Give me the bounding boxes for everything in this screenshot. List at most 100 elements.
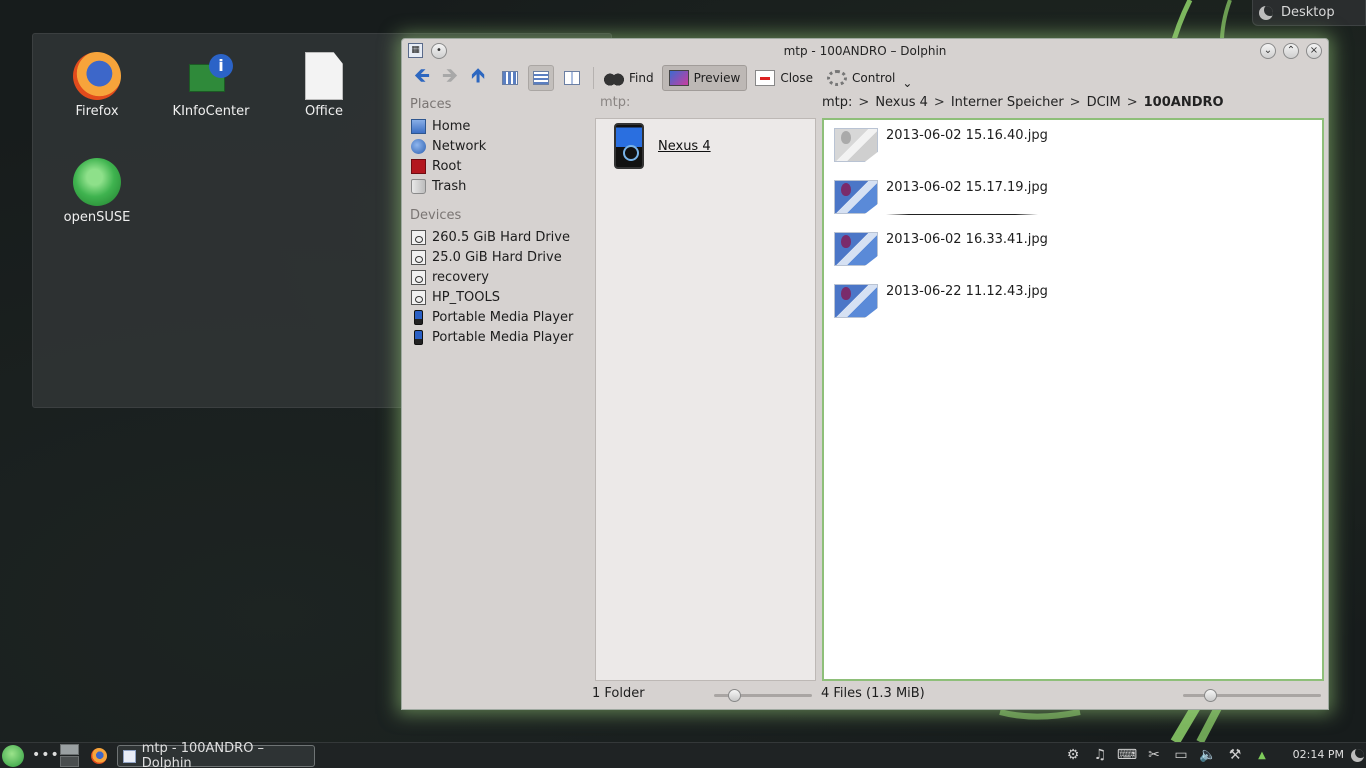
window-titlebar[interactable]: ▦ • mtp - 100ANDRO – Dolphin ⌄ ⌃ × (402, 39, 1328, 63)
dolphin-app-icon (123, 749, 136, 763)
control-menu-button[interactable]: Control ⌄ (821, 65, 918, 91)
breadcrumb-item[interactable]: Interner Speicher (951, 95, 1064, 110)
gear-icon (827, 70, 848, 86)
status-right: 4 Files (1.3 MiB) (821, 686, 925, 701)
find-button[interactable]: Find (598, 65, 660, 91)
places-header: Places (410, 97, 452, 112)
slider-handle[interactable] (728, 689, 741, 702)
breadcrumb-separator: > (1069, 95, 1081, 110)
list-item[interactable]: Nexus 4 (596, 119, 815, 169)
window-menu-icon[interactable]: ▦ (408, 43, 423, 58)
smartphone-icon (614, 123, 644, 169)
breadcrumb: mtp: > Nexus 4 > Interner Speicher > DCI… (822, 95, 1224, 110)
keyboard-icon[interactable]: ⌨ (1117, 746, 1137, 764)
firefox-icon (73, 52, 121, 100)
file-item[interactable]: 2013-06-02 16.33.41.jpg (824, 224, 1322, 276)
plasma-moon-icon[interactable] (1351, 749, 1364, 762)
column-view-files: 2013-06-02 15.16.40.jpg 2013-06-02 15.17… (822, 118, 1324, 681)
main-toolbar: 🡸 🡺 🡹 Find Preview Close Control ⌄ (402, 63, 1328, 93)
close-label: Close (780, 71, 814, 85)
network-wrench-icon[interactable]: ⚒ (1226, 746, 1244, 764)
image-thumbnail-icon (834, 128, 878, 162)
scissors-icon[interactable]: ✂ (1145, 746, 1163, 764)
root-folder-icon (411, 158, 426, 174)
desktop-icon-label: KInfoCenter (172, 104, 250, 119)
back-arrow-icon: 🡸 (413, 63, 431, 87)
volume-icon[interactable]: 🔈 (1199, 746, 1217, 764)
device-label: 260.5 GiB Hard Drive (432, 229, 570, 245)
places-item-network[interactable]: Network (405, 136, 588, 156)
desktop-icon-label: openSUSE (63, 210, 131, 225)
clock[interactable]: 02:14 PM (1293, 748, 1344, 761)
drag-indicator-line (886, 214, 1038, 215)
maximize-button[interactable]: ⌃ (1283, 43, 1299, 59)
minimize-button[interactable]: ⌄ (1260, 43, 1276, 59)
back-button[interactable]: 🡸 (408, 63, 436, 91)
breadcrumb-current[interactable]: 100ANDRO (1144, 95, 1224, 110)
column-splitter[interactable] (816, 95, 820, 707)
activities-button[interactable]: ••• (32, 747, 60, 763)
slider-handle[interactable] (1204, 689, 1217, 702)
device-link[interactable]: Nexus 4 (658, 139, 711, 154)
columns-view-icon (564, 71, 580, 85)
application-launcher-button[interactable] (2, 745, 24, 767)
virtual-desktop-pager[interactable] (60, 744, 79, 768)
desktop-1[interactable] (60, 744, 79, 755)
file-item[interactable]: 2013-06-02 15.17.19.jpg (824, 172, 1322, 224)
chevron-down-icon: ⌄ (902, 76, 913, 90)
device-item[interactable]: 260.5 GiB Hard Drive (405, 227, 588, 247)
desktop-2[interactable] (60, 756, 79, 767)
zoom-slider-right[interactable] (1183, 689, 1321, 702)
up-button[interactable]: 🡹 (464, 63, 492, 91)
device-item[interactable]: 25.0 GiB Hard Drive (405, 247, 588, 267)
office-icon (305, 52, 343, 100)
device-notifier-icon[interactable]: ▭ (1172, 746, 1190, 764)
columns-view-button[interactable] (559, 65, 585, 91)
places-item-trash[interactable]: Trash (405, 176, 588, 196)
preview-button[interactable]: Preview (661, 65, 748, 91)
icons-view-button[interactable] (497, 65, 523, 91)
device-label: Portable Media Player (432, 329, 574, 345)
close-window-button[interactable]: × (1306, 43, 1322, 59)
forward-button[interactable]: 🡺 (436, 63, 464, 91)
status-bar: 1 Folder 4 Files (1.3 MiB) (592, 684, 1324, 706)
keep-above-button[interactable]: • (431, 43, 447, 59)
device-item[interactable]: HP_TOOLS (405, 287, 588, 307)
breadcrumb-item[interactable]: mtp: (822, 95, 852, 110)
panel-splitter[interactable] (588, 95, 592, 707)
desktop-icon-opensuse[interactable]: openSUSE (47, 158, 147, 225)
desktop-icon-office[interactable]: Office (274, 52, 374, 119)
window-title: mtp - 100ANDRO – Dolphin (783, 44, 947, 58)
place-label: Home (432, 118, 471, 134)
firefox-launcher-icon[interactable] (91, 748, 107, 764)
places-item-root[interactable]: Root (405, 156, 588, 176)
desktop-icon-kinfocenter[interactable]: i KInfoCenter (161, 52, 261, 119)
control-label: Control (852, 71, 896, 85)
device-item[interactable]: Portable Media Player (405, 327, 588, 347)
music-note-icon[interactable]: ♫ (1091, 746, 1109, 764)
breadcrumb-item[interactable]: Nexus 4 (875, 95, 928, 110)
device-item[interactable]: Portable Media Player (405, 307, 588, 327)
system-tray: ⚙ ♫ ⌨ ✂ ▭ 🔈 ⚒ ▲ (1064, 746, 1271, 764)
file-item[interactable]: 2013-06-22 11.12.43.jpg (824, 276, 1322, 328)
device-item[interactable]: recovery (405, 267, 588, 287)
breadcrumb-item[interactable]: DCIM (1087, 95, 1121, 110)
desktop-toolbox-button[interactable]: Desktop (1252, 0, 1366, 26)
details-view-button[interactable] (528, 65, 554, 91)
task-dolphin[interactable]: mtp - 100ANDRO – Dolphin (117, 741, 315, 768)
column-header: mtp: (600, 95, 631, 110)
trash-icon (411, 178, 426, 194)
plasma-moon-icon (1259, 5, 1273, 20)
tray-expand-arrow-icon[interactable]: ▲ (1253, 746, 1271, 764)
bug-icon[interactable]: ⚙ (1064, 746, 1082, 764)
desktop-icon-firefox[interactable]: Firefox (47, 52, 147, 119)
places-item-home[interactable]: Home (405, 116, 588, 136)
find-label: Find (629, 71, 654, 85)
image-thumbnail-icon (834, 232, 878, 266)
icons-view-icon (502, 71, 518, 85)
dolphin-window: ▦ • mtp - 100ANDRO – Dolphin ⌄ ⌃ × 🡸 🡺 🡹… (401, 38, 1329, 710)
forward-arrow-icon: 🡺 (441, 63, 459, 87)
close-split-button[interactable]: Close (749, 65, 819, 91)
zoom-slider-left[interactable] (714, 689, 812, 702)
file-item[interactable]: 2013-06-02 15.16.40.jpg (824, 120, 1322, 172)
